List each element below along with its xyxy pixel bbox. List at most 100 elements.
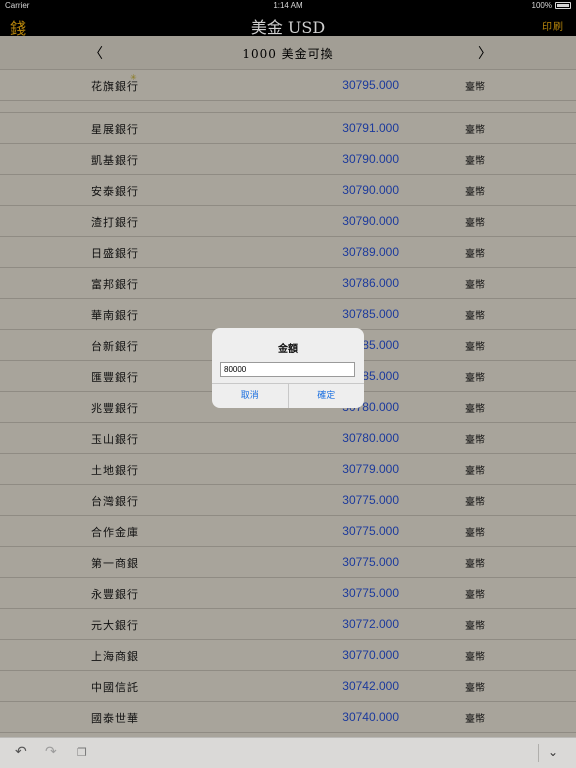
bank-name: 富邦銀行 bbox=[91, 278, 139, 291]
currency-label: 臺幣 bbox=[465, 528, 485, 539]
amount-dialog: 金額 取消 確定 bbox=[212, 328, 364, 408]
bank-name: 台新銀行 bbox=[91, 340, 139, 353]
currency-label: 臺幣 bbox=[465, 187, 485, 198]
list-item[interactable]: 永豐銀行 30775.000 臺幣 bbox=[0, 578, 576, 609]
section-divider bbox=[0, 101, 576, 113]
bank-name: 渣打銀行 bbox=[91, 216, 139, 229]
currency-label: 臺幣 bbox=[465, 280, 485, 291]
redo-icon[interactable]: ↷ bbox=[45, 744, 57, 760]
battery-percent: 100% bbox=[531, 1, 552, 10]
list-item[interactable]: 元大銀行 30772.000 臺幣 bbox=[0, 609, 576, 640]
currency-label: 臺幣 bbox=[465, 218, 485, 229]
currency-label: 臺幣 bbox=[465, 652, 485, 663]
list-item[interactable]: 花旗銀行 ✳ 30795.000 臺幣 bbox=[0, 70, 576, 101]
list-item[interactable]: 凱基銀行 30790.000 臺幣 bbox=[0, 144, 576, 175]
clock: 1:14 AM bbox=[273, 1, 303, 10]
list-item[interactable]: 渣打銀行 30790.000 臺幣 bbox=[0, 206, 576, 237]
exchange-amount: 30789.000 bbox=[342, 245, 399, 259]
bank-name: 凱基銀行 bbox=[91, 154, 139, 167]
exchange-amount: 30790.000 bbox=[342, 183, 399, 197]
exchange-amount: 30772.000 bbox=[342, 617, 399, 631]
bank-name: 匯豐銀行 bbox=[91, 371, 139, 384]
exchange-amount: 30740.000 bbox=[342, 710, 399, 724]
exchange-amount: 30786.000 bbox=[342, 276, 399, 290]
list-item[interactable]: 日盛銀行 30789.000 臺幣 bbox=[0, 237, 576, 268]
exchange-amount: 30790.000 bbox=[342, 152, 399, 166]
bank-name: 日盛銀行 bbox=[91, 247, 139, 260]
list-item[interactable]: 華南銀行 30785.000 臺幣 bbox=[0, 299, 576, 330]
list-item[interactable]: 合作金庫 30775.000 臺幣 bbox=[0, 516, 576, 547]
amount-input[interactable] bbox=[220, 362, 355, 377]
currency-label: 臺幣 bbox=[465, 342, 485, 353]
bank-name: 玉山銀行 bbox=[91, 433, 139, 446]
list-item[interactable]: 玉山銀行 30780.000 臺幣 bbox=[0, 423, 576, 454]
amount-header: 〈 1000 美金可換 〉 bbox=[0, 36, 576, 70]
dialog-title: 金額 bbox=[278, 344, 298, 355]
exchange-amount: 30770.000 bbox=[342, 648, 399, 662]
bank-name: 安泰銀行 bbox=[91, 185, 139, 198]
bank-name: 合作金庫 bbox=[91, 526, 139, 539]
currency-label: 臺幣 bbox=[465, 311, 485, 322]
bank-name: 中國信託 bbox=[91, 681, 139, 694]
exchange-amount: 30780.000 bbox=[342, 431, 399, 445]
exchange-amount: 30742.000 bbox=[342, 679, 399, 693]
currency-label: 臺幣 bbox=[465, 404, 485, 415]
exchange-amount: 30779.000 bbox=[342, 462, 399, 476]
currency-label: 臺幣 bbox=[465, 714, 485, 725]
exchange-amount: 30791.000 bbox=[342, 121, 399, 135]
currency-label: 臺幣 bbox=[465, 590, 485, 601]
battery-status: 100% bbox=[532, 1, 571, 10]
keyboard-shortcut-bar: ↶ ↷ ❐ ⌄ bbox=[0, 737, 576, 768]
list-item[interactable]: 台灣銀行 30775.000 臺幣 bbox=[0, 485, 576, 516]
bank-name: 上海商銀 bbox=[91, 650, 139, 663]
page-title[interactable]: 美金 USD bbox=[0, 14, 576, 38]
list-item[interactable]: 國泰世華 30740.000 臺幣 bbox=[0, 702, 576, 733]
exchange-amount: 30775.000 bbox=[342, 555, 399, 569]
bank-name: 台灣銀行 bbox=[91, 495, 139, 508]
currency-label: 臺幣 bbox=[465, 156, 485, 167]
undo-icon[interactable]: ↶ bbox=[15, 744, 27, 760]
bank-name: 國泰世華 bbox=[91, 712, 139, 725]
list-item[interactable]: 第一商銀 30775.000 臺幣 bbox=[0, 547, 576, 578]
currency-label: 臺幣 bbox=[465, 497, 485, 508]
next-arrow-icon[interactable]: 〉 bbox=[478, 43, 492, 63]
exchange-amount: 30775.000 bbox=[342, 524, 399, 538]
exchange-amount: 30775.000 bbox=[342, 493, 399, 507]
bank-name: 永豐銀行 bbox=[91, 588, 139, 601]
bank-name: 兆豐銀行 bbox=[91, 402, 139, 415]
list-item[interactable]: 中國信託 30742.000 臺幣 bbox=[0, 671, 576, 702]
bank-name: 元大銀行 bbox=[91, 619, 139, 632]
exchange-amount: 30790.000 bbox=[342, 214, 399, 228]
currency-label: 臺幣 bbox=[465, 125, 485, 136]
bank-name: 華南銀行 bbox=[91, 309, 139, 322]
bank-name: 第一商銀 bbox=[91, 557, 139, 570]
list-item[interactable]: 上海商銀 30770.000 臺幣 bbox=[0, 640, 576, 671]
exchange-amount: 30795.000 bbox=[342, 78, 399, 92]
status-bar: Carrier 1:14 AM 100% bbox=[0, 0, 576, 12]
bank-name: 土地銀行 bbox=[91, 464, 139, 477]
cancel-button[interactable]: 取消 bbox=[212, 384, 288, 408]
list-item[interactable]: 星展銀行 30791.000 臺幣 bbox=[0, 113, 576, 144]
chevron-down-icon[interactable]: ⌄ bbox=[548, 745, 558, 759]
battery-icon bbox=[555, 2, 571, 9]
list-item[interactable]: 安泰銀行 30790.000 臺幣 bbox=[0, 175, 576, 206]
list-item[interactable]: 富邦銀行 30786.000 臺幣 bbox=[0, 268, 576, 299]
confirm-button[interactable]: 確定 bbox=[287, 384, 365, 408]
toolbar-divider bbox=[538, 744, 539, 762]
dialog-actions: 取消 確定 bbox=[212, 383, 364, 408]
nav-bar: 錢 美金 USD 印刷 bbox=[0, 12, 576, 38]
exchange-amount: 30785.000 bbox=[342, 307, 399, 321]
currency-label: 臺幣 bbox=[465, 249, 485, 260]
currency-label: 臺幣 bbox=[465, 466, 485, 477]
currency-label: 臺幣 bbox=[465, 435, 485, 446]
currency-label: 臺幣 bbox=[465, 559, 485, 570]
currency-label: 臺幣 bbox=[465, 82, 485, 93]
currency-label: 臺幣 bbox=[465, 621, 485, 632]
currency-label: 臺幣 bbox=[465, 683, 485, 694]
print-button[interactable]: 印刷 bbox=[542, 18, 564, 33]
paste-icon[interactable]: ❐ bbox=[77, 746, 87, 759]
list-item[interactable]: 土地銀行 30779.000 臺幣 bbox=[0, 454, 576, 485]
sparkle-icon: ✳ bbox=[130, 73, 137, 82]
exchange-amount: 30775.000 bbox=[342, 586, 399, 600]
bank-name: 星展銀行 bbox=[91, 123, 139, 136]
